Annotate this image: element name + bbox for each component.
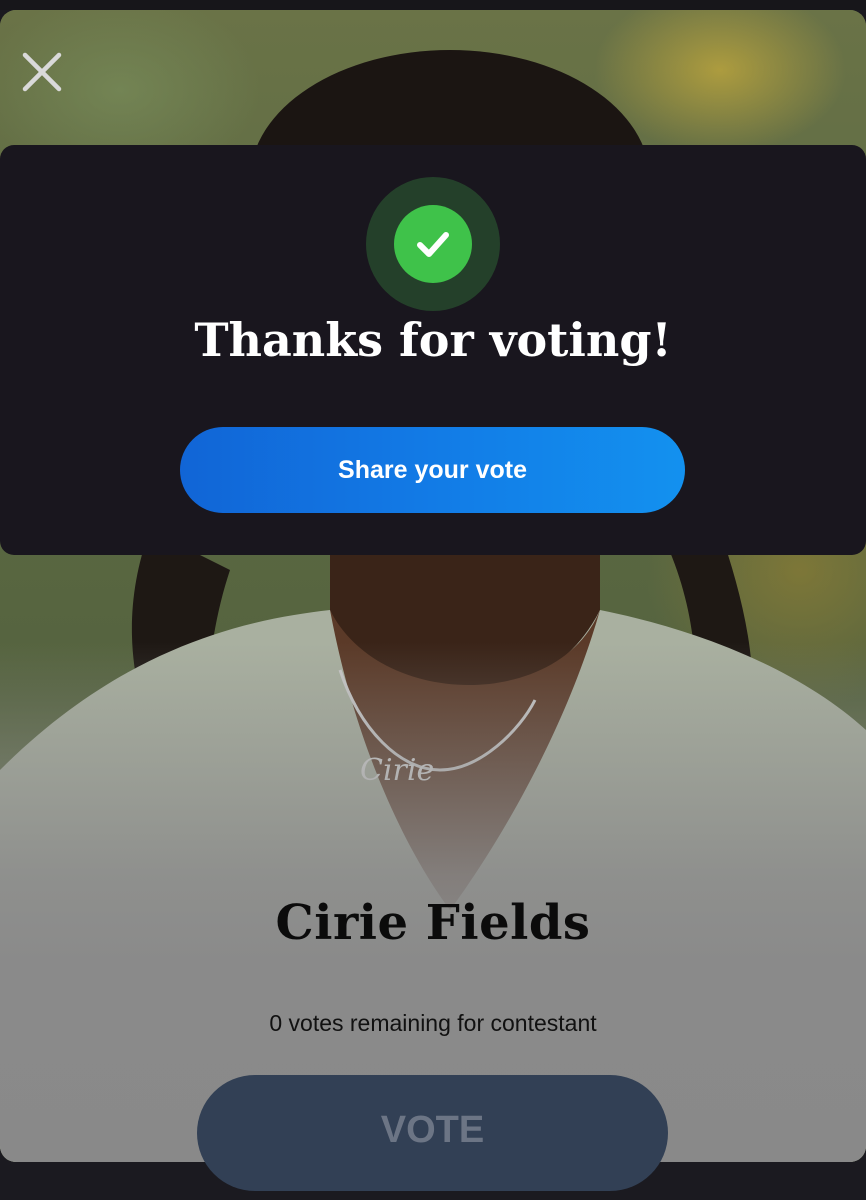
- thanks-modal: Thanks for voting! Share your vote: [0, 145, 866, 555]
- close-icon: [22, 52, 62, 92]
- vote-screen: Cirie Cirie Fields 0 votes remaining for…: [0, 0, 866, 1200]
- vote-button[interactable]: VOTE: [197, 1075, 668, 1191]
- share-vote-button[interactable]: Share your vote: [180, 427, 685, 513]
- check-circle-icon: [394, 205, 472, 283]
- close-button[interactable]: [20, 50, 64, 94]
- contestant-name: Cirie Fields: [275, 895, 591, 951]
- top-bar: [0, 0, 866, 10]
- success-badge: [366, 177, 500, 311]
- checkmark-icon: [417, 232, 449, 257]
- votes-remaining-text: 0 votes remaining for contestant: [269, 1010, 597, 1036]
- thanks-title: Thanks for voting!: [194, 313, 672, 367]
